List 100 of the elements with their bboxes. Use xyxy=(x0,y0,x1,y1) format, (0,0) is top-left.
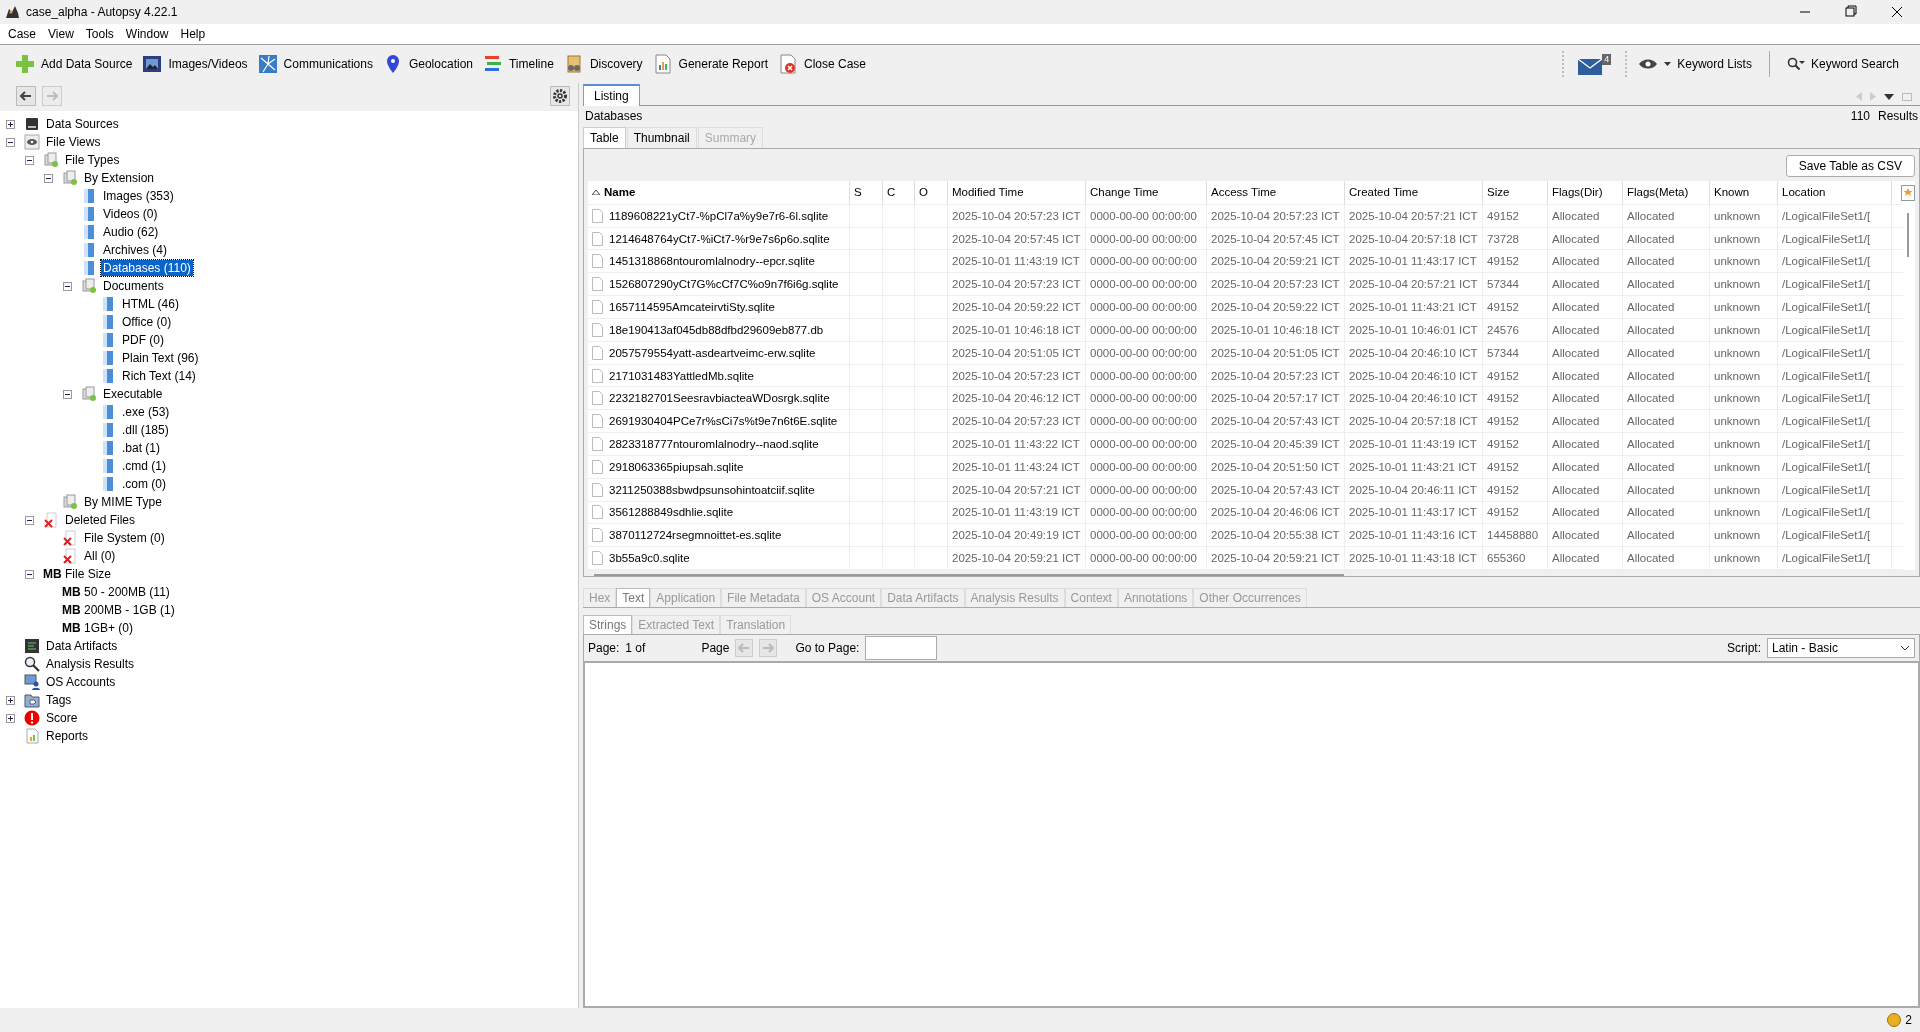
save-csv-button[interactable]: Save Table as CSV xyxy=(1785,155,1915,177)
column-header[interactable]: Change Time xyxy=(1086,181,1207,204)
tree-item[interactable]: 1GB+ (0) xyxy=(82,620,136,636)
toolbar-button[interactable]: Discovery xyxy=(558,51,648,77)
column-header[interactable]: O xyxy=(915,181,948,204)
expand-toggle-icon[interactable] xyxy=(6,119,15,129)
tree-item[interactable]: Plain Text (96) xyxy=(120,350,201,366)
tree-item[interactable]: Rich Text (14) xyxy=(120,368,198,384)
column-header[interactable]: C xyxy=(883,181,915,204)
listing-tab[interactable]: Listing xyxy=(583,84,640,106)
toolbar-button[interactable]: Timeline xyxy=(478,51,559,77)
menu-item[interactable]: Tools xyxy=(79,27,120,41)
file-name[interactable]: 2691930404PCe7r%sCi7s%t9e7n6t6E.sqlite xyxy=(609,415,838,428)
tree-item[interactable]: Reports xyxy=(44,728,91,744)
tree-item[interactable]: Databases (110) xyxy=(101,260,193,276)
expand-toggle-icon[interactable] xyxy=(25,569,34,579)
page-input-field[interactable] xyxy=(865,636,938,660)
file-name[interactable]: 3211250388sbwdpsunsohintoatciif.sqlite xyxy=(609,483,815,496)
tree-item[interactable]: Images (353) xyxy=(101,188,176,204)
tree-item[interactable]: Documents xyxy=(101,278,166,294)
tree-item[interactable]: Data Artifacts xyxy=(44,638,120,654)
file-name[interactable]: 2232182701SeesravbiacteaWDosrgk.sqlite xyxy=(609,392,830,405)
tree-item[interactable]: Audio (62) xyxy=(101,224,161,240)
tree-item[interactable]: Score xyxy=(44,710,80,726)
tree-item[interactable]: File System (0) xyxy=(82,530,167,546)
menu-item[interactable]: View xyxy=(42,27,80,41)
expand-toggle-icon[interactable] xyxy=(6,713,15,723)
tree-item[interactable]: Deleted Files xyxy=(63,512,138,528)
tree-item[interactable]: Videos (0) xyxy=(101,206,160,222)
column-header[interactable]: Known xyxy=(1710,181,1778,204)
toolbar-button[interactable]: Images/Videos xyxy=(137,51,253,77)
notifications-button[interactable]: 4 xyxy=(1578,53,1612,75)
expand-toggle-icon[interactable] xyxy=(6,137,15,147)
column-picker-icon[interactable] xyxy=(1901,185,1915,201)
coin-icon[interactable] xyxy=(1887,1013,1902,1027)
file-name[interactable]: 1214648764yCt7-%iCt7-%r9e7s6p6o.sqlite xyxy=(609,232,830,245)
column-header[interactable]: Location xyxy=(1778,181,1892,204)
column-header[interactable]: Size xyxy=(1483,181,1548,204)
tree-item[interactable]: .bat (1) xyxy=(120,440,162,456)
tree-item[interactable]: 200MB - 1GB (1) xyxy=(82,602,177,618)
file-name[interactable]: 3561288849sdhlie.sqlite xyxy=(609,506,734,519)
file-name[interactable]: 2823318777ntouromlalnodry--naod.sqlite xyxy=(609,438,819,450)
tree-item[interactable]: Archives (4) xyxy=(101,242,169,258)
toolbar-button[interactable]: Geolocation xyxy=(377,51,478,77)
column-header[interactable]: Modified Time xyxy=(948,181,1086,204)
expand-toggle-icon[interactable] xyxy=(25,515,34,525)
file-name[interactable]: 1451318868ntouromlalnodry--epcr.sqlite xyxy=(609,255,815,268)
menu-item[interactable]: Case xyxy=(2,27,42,41)
tree-item[interactable]: .exe (53) xyxy=(120,404,172,420)
toolbar-button[interactable]: Communications xyxy=(252,51,378,77)
scrollbar-thumb[interactable] xyxy=(1907,213,1909,257)
file-name[interactable]: 1657114595AmcateirvtiSty.sqlite xyxy=(609,301,775,314)
settings-icon[interactable] xyxy=(550,86,570,106)
tree-item[interactable]: File Types xyxy=(63,152,122,168)
tree-item[interactable]: .dll (185) xyxy=(120,422,171,438)
tree-item[interactable]: File Size xyxy=(63,566,113,582)
tree-item[interactable]: Office (0) xyxy=(120,314,174,330)
tree-item[interactable]: By MIME Type xyxy=(82,494,164,510)
tree-item[interactable]: .com (0) xyxy=(120,476,168,492)
expand-toggle-icon[interactable] xyxy=(6,695,15,705)
tree-item[interactable]: Data Sources xyxy=(44,116,121,132)
toolbar-button[interactable]: Generate Report xyxy=(647,51,773,77)
tree-item[interactable]: HTML (46) xyxy=(120,296,181,312)
tree-item[interactable]: Tags xyxy=(44,692,74,708)
menu-item[interactable]: Help xyxy=(174,27,212,41)
text-view-tab[interactable]: Strings xyxy=(583,615,633,634)
toolbar-button[interactable]: Close Case xyxy=(772,51,871,77)
column-header[interactable]: Flags(Meta) xyxy=(1623,181,1710,204)
column-header[interactable]: Flags(Dir) xyxy=(1548,181,1623,204)
tree-item[interactable]: PDF (0) xyxy=(120,332,166,348)
file-name[interactable]: 3b55a9c0.sqlite xyxy=(609,552,690,565)
file-name[interactable]: 2918063365piupsah.sqlite xyxy=(609,460,744,473)
file-name[interactable]: 2057579554yatt-asdeartveimc-erw.sqlite xyxy=(609,346,816,359)
tree-item[interactable]: All (0) xyxy=(82,548,118,564)
expand-toggle-icon[interactable] xyxy=(44,173,53,183)
tree-item[interactable]: OS Accounts xyxy=(44,674,118,690)
menu-item[interactable]: Window xyxy=(119,27,175,41)
scrollbar-thumb[interactable] xyxy=(594,574,1344,576)
expand-toggle-icon[interactable] xyxy=(63,281,72,291)
viewer-tab[interactable]: Text xyxy=(616,588,651,607)
expand-toggle-icon[interactable] xyxy=(63,389,72,399)
toolbar-button[interactable]: Add Data Source xyxy=(10,51,138,77)
tree-item[interactable]: .cmd (1) xyxy=(120,458,168,474)
file-name[interactable]: 3870112724rsegmnoittet-es.sqlite xyxy=(609,529,782,542)
file-name[interactable]: 2171031483YattledMb.sqlite xyxy=(609,369,754,382)
tree-item[interactable]: 50 - 200MB (11) xyxy=(82,584,172,600)
expand-toggle-icon[interactable] xyxy=(25,155,34,165)
view-tab[interactable]: Table xyxy=(583,127,626,148)
tree-item[interactable]: Analysis Results xyxy=(44,656,137,672)
dropdown-caret-icon[interactable] xyxy=(1884,93,1894,100)
file-name[interactable]: 1189608221yCt7-%pCl7a%y9e7r6-6l.sqlite xyxy=(609,209,829,222)
tree-item[interactable]: Executable xyxy=(101,386,165,402)
keyword-search-button[interactable]: Keyword Search xyxy=(1781,54,1904,74)
tree-item[interactable]: File Views xyxy=(44,134,103,150)
file-name[interactable]: 18e190413af045db88dfbd29609eb877.db xyxy=(609,323,824,336)
column-header[interactable]: S xyxy=(850,181,883,204)
column-header[interactable]: Access Time xyxy=(1207,181,1345,204)
file-name[interactable]: 1526807290yCt7G%cCf7C%o9n7f6i6g.sqlite xyxy=(609,278,839,291)
keyword-lists-button[interactable]: Keyword Lists xyxy=(1633,54,1757,74)
tree-item[interactable]: By Extension xyxy=(82,170,157,186)
